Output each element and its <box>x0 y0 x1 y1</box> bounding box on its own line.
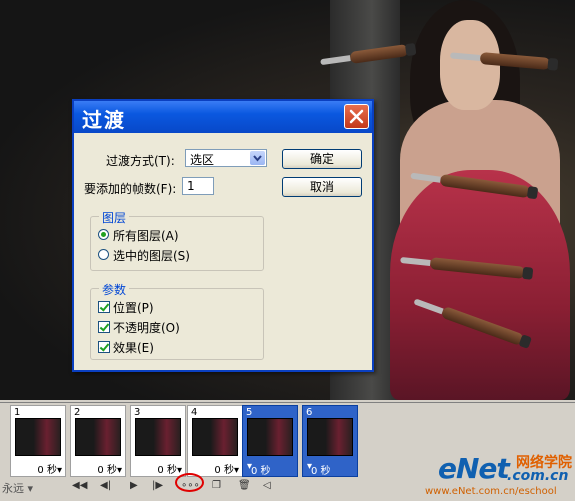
frame-thumbnail <box>307 418 353 456</box>
frame-delay[interactable]: 0 秒▾ <box>37 461 62 476</box>
animation-frame[interactable]: 3 0 秒▾ <box>130 405 186 477</box>
tween-dialog: 过渡 过渡方式(T): 选区 要添加的帧数(F): 1 确定 取消 图层 所有图… <box>72 99 374 372</box>
frames-to-add-value: 1 <box>187 179 195 193</box>
parameters-group-title: 参数 <box>99 281 130 298</box>
layers-group: 图层 所有图层(A) 选中的图层(S) <box>90 209 264 271</box>
layers-group-title: 图层 <box>99 209 130 226</box>
frame-delay[interactable]: 0 秒▾ <box>214 461 239 476</box>
enet-logo: eNet <box>438 452 510 485</box>
tween-with-value: 选区 <box>190 153 215 167</box>
frame-thumbnail <box>135 418 181 456</box>
frame-number: 2 <box>74 407 81 418</box>
animation-frame[interactable]: 1 0 秒▾ <box>10 405 66 477</box>
close-icon <box>349 109 364 124</box>
frame-thumbnail <box>75 418 121 456</box>
frame-thumbnail <box>15 418 61 456</box>
play-icon[interactable]: ▶ <box>130 480 138 494</box>
frames-to-add-input[interactable]: 1 <box>182 177 214 195</box>
frames-to-add-label: 要添加的帧数(F): <box>84 182 177 196</box>
parameters-group: 参数 位置(P) 不透明度(O) 效果(E) <box>90 281 264 360</box>
selected-layers-label[interactable]: 选中的图层(S) <box>113 247 190 264</box>
watermark-url: www.eNet.com.cn/eschool <box>425 486 557 497</box>
frame-delay[interactable]: 0 秒▾ <box>307 461 354 477</box>
frame-number: 3 <box>134 407 141 418</box>
delete-frame-icon[interactable]: 🗑 <box>238 480 251 494</box>
effects-label[interactable]: 效果(E) <box>113 339 154 356</box>
frame-thumbnail <box>192 418 238 456</box>
opacity-checkbox[interactable] <box>98 321 110 333</box>
cancel-button[interactable]: 取消 <box>282 177 362 197</box>
scroll-left-icon[interactable]: ◁ <box>263 480 271 494</box>
position-label[interactable]: 位置(P) <box>113 299 154 316</box>
all-layers-label[interactable]: 所有图层(A) <box>113 227 179 244</box>
frame-delay[interactable]: 0 秒▾ <box>97 461 122 476</box>
animation-frame[interactable]: 4 0 秒▾ <box>187 405 243 477</box>
animation-frame[interactable]: 6 0 秒 ▾ <box>302 405 358 477</box>
selected-layers-radio[interactable] <box>98 249 109 260</box>
frame-delay[interactable]: 0 秒▾ <box>157 461 182 476</box>
frame-number: 4 <box>191 407 198 418</box>
loop-select[interactable]: 永远 ▾ <box>2 480 64 495</box>
frame-delay[interactable]: 0 秒▾ <box>247 461 294 477</box>
tween-with-label: 过渡方式(T): <box>106 154 175 168</box>
chevron-down-icon[interactable] <box>250 151 265 165</box>
logo-domain-suffix: .com.cn <box>507 468 569 484</box>
tween-with-select[interactable]: 选区 <box>185 149 267 167</box>
animation-frame[interactable]: 2 0 秒▾ <box>70 405 126 477</box>
animation-frame[interactable]: 5 0 秒 ▾ <box>242 405 298 477</box>
frame-number: 1 <box>14 407 21 418</box>
highlight-circle <box>175 473 204 492</box>
opacity-label[interactable]: 不透明度(O) <box>113 319 180 336</box>
dialog-title: 过渡 <box>82 108 126 132</box>
dialog-title-bar[interactable]: 过渡 <box>74 101 372 133</box>
close-button[interactable] <box>344 104 369 129</box>
frame-number: 5 <box>246 407 253 418</box>
next-frame-icon[interactable]: |▶ <box>152 480 163 494</box>
duplicate-frame-icon[interactable]: ❐ <box>212 480 221 494</box>
frame-thumbnail <box>247 418 293 456</box>
previous-frame-icon[interactable]: ◀| <box>100 480 111 494</box>
all-layers-radio[interactable] <box>98 229 109 240</box>
effects-checkbox[interactable] <box>98 341 110 353</box>
position-checkbox[interactable] <box>98 301 110 313</box>
first-frame-icon[interactable]: ◀◀ <box>72 480 87 494</box>
frame-number: 6 <box>306 407 313 418</box>
ok-button[interactable]: 确定 <box>282 149 362 169</box>
